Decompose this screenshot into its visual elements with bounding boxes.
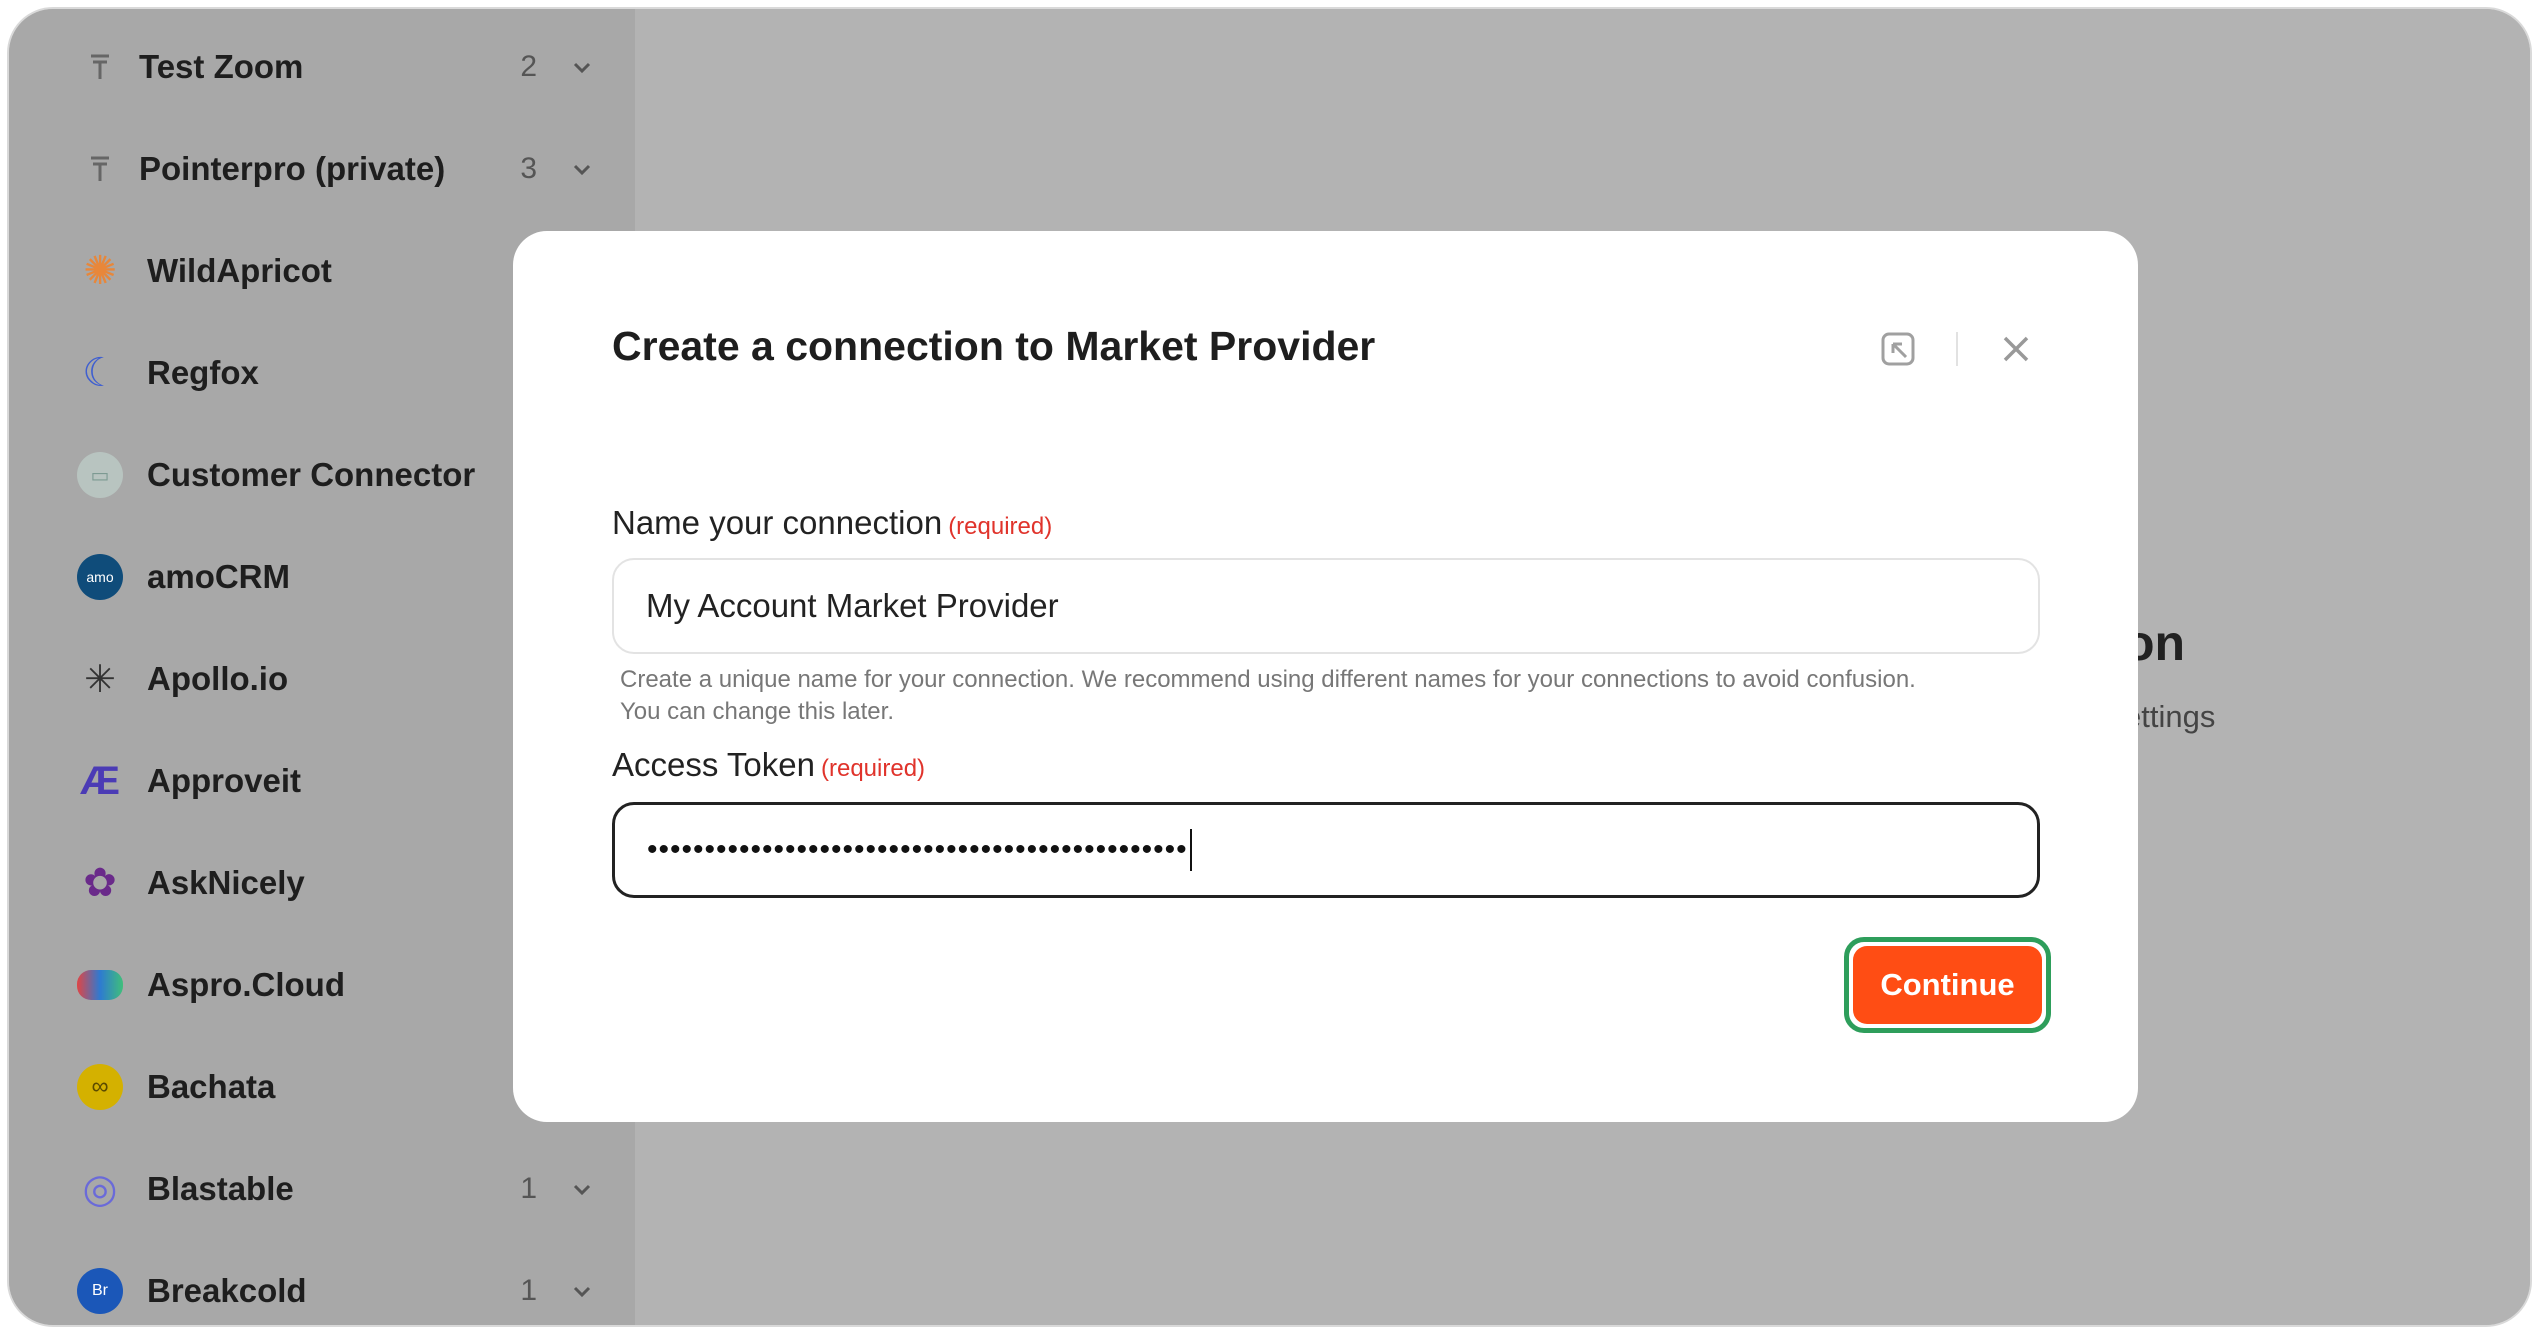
close-icon[interactable]: [1994, 327, 2038, 371]
access-token-value: ••••••••••••••••••••••••••••••••••••••••…: [647, 833, 1188, 866]
name-label-text: Name your connection: [612, 504, 943, 541]
token-label-text: Access Token: [612, 746, 815, 783]
amocrm-icon: amo: [77, 554, 123, 600]
asprocloud-icon: [77, 970, 123, 1000]
sidebar-item-label: Customer Connector: [147, 456, 476, 493]
help-line-2: You can change this later.: [620, 698, 894, 725]
filter-icon: [85, 154, 115, 184]
sidebar-item-label: Test Zoom: [139, 48, 304, 85]
sidebar-item-label: amoCRM: [147, 558, 291, 595]
sidebar-item-test-zoom[interactable]: Test Zoom 2: [77, 37, 597, 97]
connection-name-input[interactable]: My Account Market Provider: [612, 558, 2040, 654]
continue-button[interactable]: Continue: [1853, 946, 2042, 1024]
chevron-down-icon[interactable]: [567, 1278, 597, 1304]
wildapricot-icon: ✺: [83, 249, 117, 293]
chevron-down-icon[interactable]: [567, 1176, 597, 1202]
sidebar-item-count: 3: [520, 152, 537, 185]
blastable-icon: ◎: [82, 1167, 118, 1211]
apollo-icon: ✳: [84, 658, 116, 701]
help-line-1: Create a unique name for your connection…: [620, 666, 1916, 693]
sidebar-item-breakcold[interactable]: Br Breakcold 1: [77, 1261, 597, 1321]
sidebar-item-count: 2: [520, 50, 537, 83]
connection-name-value: My Account Market Provider: [646, 587, 1059, 624]
token-field-label: Access Token (required): [612, 746, 925, 784]
app-window: Test Zoom 2 Pointerpro (private) 3 ✺ Wil…: [7, 7, 2532, 1327]
required-marker: (required): [821, 755, 926, 782]
sidebar-item-blastable[interactable]: ◎ Blastable 1: [77, 1159, 597, 1219]
continue-focus-ring: Continue: [1844, 937, 2051, 1033]
chat-icon: ▭: [77, 452, 123, 498]
sidebar-item-label: AskNicely: [147, 864, 305, 901]
bachata-icon: ∞: [77, 1064, 123, 1110]
sidebar-item-label: Approveit: [147, 762, 302, 799]
access-token-input[interactable]: ••••••••••••••••••••••••••••••••••••••••…: [612, 802, 2040, 898]
asknicely-icon: ✿: [83, 861, 117, 905]
sidebar-item-label: Regfox: [147, 354, 259, 391]
sidebar-item-label: Blastable: [147, 1170, 294, 1207]
sidebar-item-label: WildApricot: [147, 252, 332, 289]
chevron-down-icon[interactable]: [567, 156, 597, 182]
regfox-icon: ☾: [82, 351, 118, 395]
sidebar-item-count: 1: [520, 1274, 537, 1307]
modal-title: Create a connection to Market Provider: [612, 323, 1376, 369]
sidebar-item-label: Aspro.Cloud: [147, 966, 345, 1003]
name-field-label: Name your connection (required): [612, 504, 1052, 542]
name-help-text: Create a unique name for your connection…: [620, 664, 2040, 728]
sidebar-item-label: Pointerpro (private): [139, 150, 446, 187]
approveit-icon: Æ: [80, 758, 120, 803]
sidebar-item-count: 1: [520, 1172, 537, 1205]
sidebar-item-label: Apollo.io: [147, 660, 289, 697]
breakcold-icon: Br: [77, 1268, 123, 1314]
collapse-icon[interactable]: [1876, 327, 1920, 371]
required-marker: (required): [948, 513, 1053, 540]
sidebar-item-label: Breakcold: [147, 1272, 307, 1309]
sidebar-item-pointerpro[interactable]: Pointerpro (private) 3: [77, 139, 597, 199]
sidebar-item-label: Bachata: [147, 1068, 276, 1105]
chevron-down-icon[interactable]: [567, 54, 597, 80]
actions-divider: [1956, 332, 1958, 366]
text-caret: [1189, 829, 1192, 871]
create-connection-modal: Create a connection to Market Provider N…: [513, 231, 2138, 1122]
modal-actions: [1876, 327, 2038, 371]
filter-icon: [85, 52, 115, 82]
